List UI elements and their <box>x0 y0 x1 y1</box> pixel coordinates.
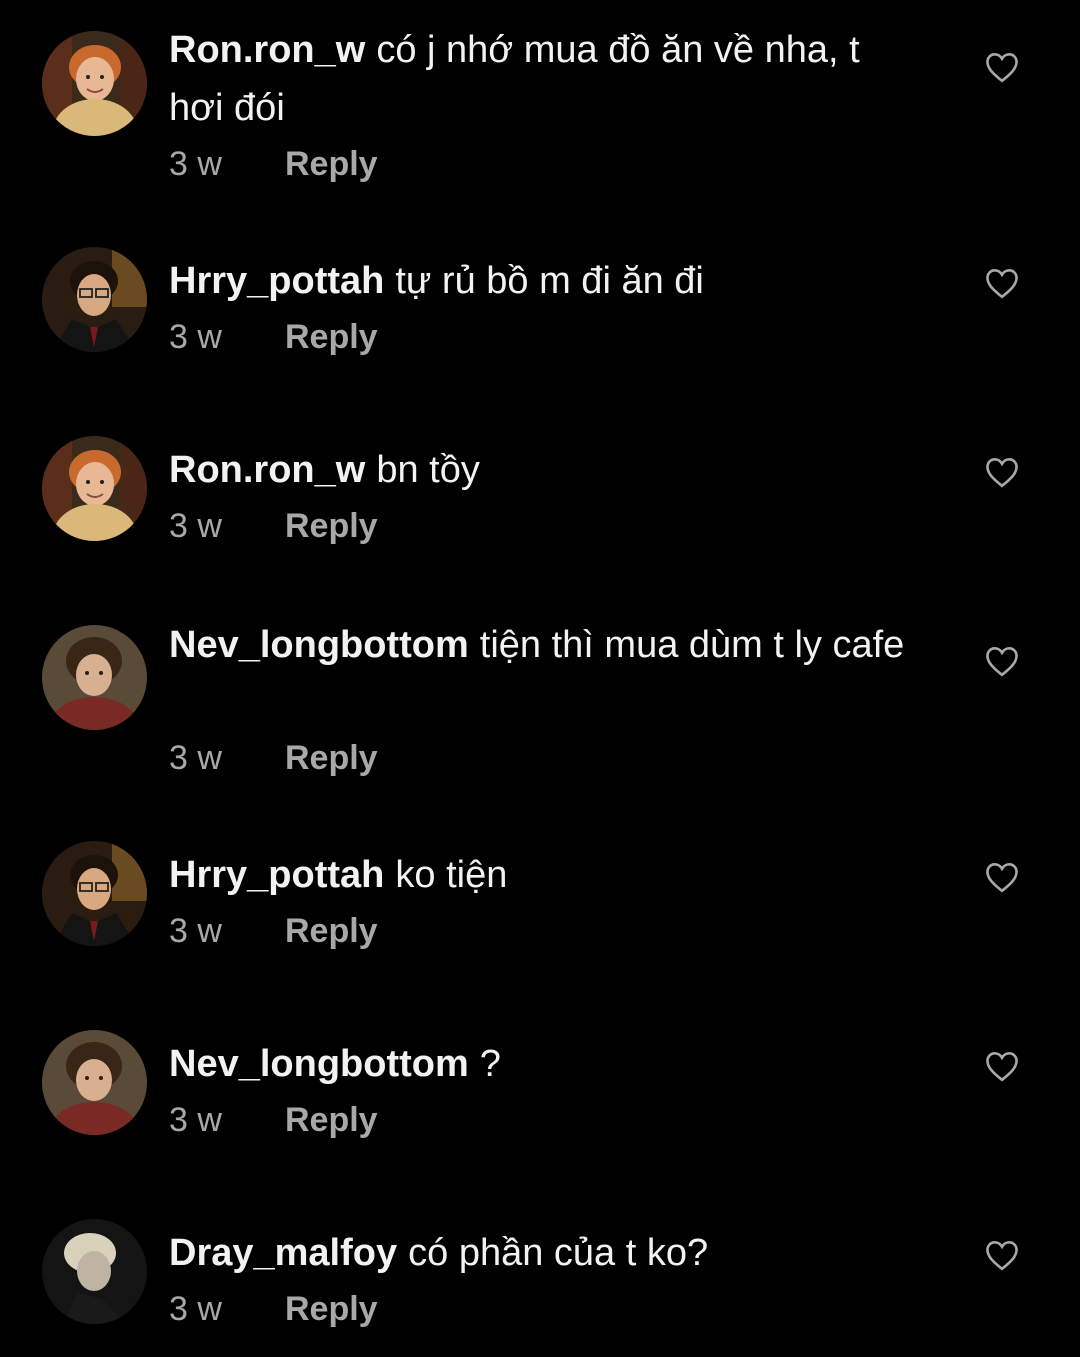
comment-username[interactable]: Dray_malfoy <box>169 1232 397 1274</box>
reply-button[interactable]: Reply <box>285 507 378 546</box>
comment-timestamp: 3 w <box>169 318 222 356</box>
heart-outline-icon[interactable] <box>984 1050 1020 1082</box>
reply-button[interactable]: Reply <box>285 912 378 951</box>
heart-outline-icon[interactable] <box>984 861 1020 893</box>
reply-button[interactable]: Reply <box>285 145 378 184</box>
comment-timestamp: 3 w <box>169 145 222 183</box>
reply-button[interactable]: Reply <box>285 1290 378 1329</box>
comment-body: bn tồy <box>376 449 480 491</box>
avatar-harry[interactable] <box>42 841 147 946</box>
reply-button[interactable]: Reply <box>285 318 378 357</box>
comment-text: Dray_malfoy có phần của t ko? <box>169 1224 909 1282</box>
comment-username[interactable]: Hrry_pottah <box>169 260 384 302</box>
reply-button[interactable]: Reply <box>285 1101 378 1140</box>
heart-outline-icon[interactable] <box>984 51 1020 83</box>
avatar-neville[interactable] <box>42 625 147 730</box>
comment-timestamp: 3 w <box>169 1101 222 1139</box>
comment-text: Nev_longbottom tiện thì mua dùm t ly cafe <box>169 616 909 674</box>
avatar-draco[interactable] <box>42 1219 147 1324</box>
heart-outline-icon[interactable] <box>984 456 1020 488</box>
comment-body: tự rủ bồ m đi ăn đi <box>395 260 704 302</box>
avatar-harry[interactable] <box>42 247 147 352</box>
comment-timestamp: 3 w <box>169 739 222 777</box>
comment-text: Hrry_pottah ko tiện <box>169 846 909 904</box>
heart-outline-icon[interactable] <box>984 645 1020 677</box>
avatar-neville[interactable] <box>42 1030 147 1135</box>
avatar-ron[interactable] <box>42 31 147 136</box>
comment-timestamp: 3 w <box>169 1290 222 1328</box>
comment-body: có phần của t ko? <box>408 1232 709 1274</box>
avatar-ron[interactable] <box>42 436 147 541</box>
comment-body: ko tiện <box>395 854 508 896</box>
comment-timestamp: 3 w <box>169 507 222 545</box>
comment-text: Ron.ron_w có j nhớ mua đồ ăn về nha, t hơ… <box>169 21 909 137</box>
comment-text: Ron.ron_w bn tồy <box>169 441 909 499</box>
comment-timestamp: 3 w <box>169 912 222 950</box>
reply-button[interactable]: Reply <box>285 739 378 778</box>
comment-username[interactable]: Nev_longbottom <box>169 1043 469 1085</box>
comment-username[interactable]: Nev_longbottom <box>169 624 469 666</box>
comment-body: tiện thì mua dùm t ly cafe <box>479 624 905 666</box>
heart-outline-icon[interactable] <box>984 1239 1020 1271</box>
comment-username[interactable]: Ron.ron_w <box>169 449 365 491</box>
heart-outline-icon[interactable] <box>984 267 1020 299</box>
comment-username[interactable]: Ron.ron_w <box>169 29 365 71</box>
comment-username[interactable]: Hrry_pottah <box>169 854 384 896</box>
comment-text: Hrry_pottah tự rủ bồ m đi ăn đi <box>169 252 909 310</box>
comment-body: ? <box>479 1043 501 1085</box>
comment-text: Nev_longbottom? <box>169 1035 909 1093</box>
